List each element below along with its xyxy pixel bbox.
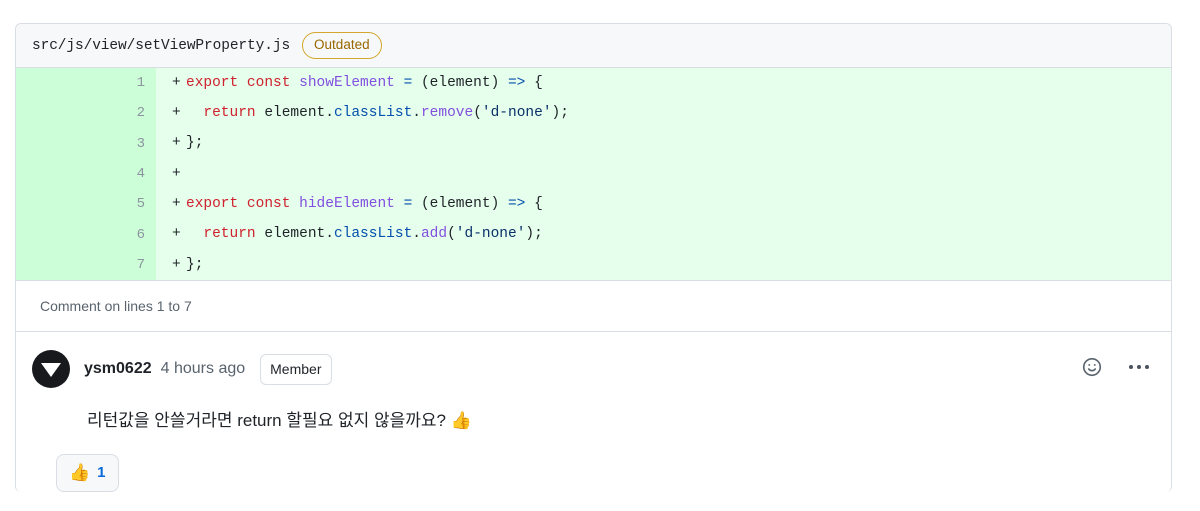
code-token: (element): [412, 74, 508, 91]
code-token: };: [186, 256, 204, 273]
code-token: 'd-none': [481, 105, 552, 122]
diff-line-code: + return element.classList.remove('d-non…: [156, 98, 1171, 128]
diff-line-number[interactable]: 5: [16, 189, 156, 220]
code-token: =>: [507, 196, 526, 213]
review-thread-screenshot: src/js/view/setViewProperty.js Outdated …: [0, 0, 1200, 511]
diff-add-marker: +: [172, 256, 181, 273]
code-token: remove: [420, 105, 474, 122]
code-token: {: [525, 74, 543, 91]
diff-line-number[interactable]: 1: [16, 68, 156, 99]
code-token: 'd-none': [455, 226, 526, 243]
comment-body: 리턴값을 안쓸거라면 return 할필요 없지 않을까요? 👍: [87, 411, 472, 431]
diff-line-code: +};: [156, 129, 1171, 159]
reaction-pill[interactable]: 👍 1: [56, 453, 119, 492]
diff-line-row[interactable]: 1 + export const showElement = (element) =…: [16, 68, 1171, 99]
reaction-count: 1: [97, 464, 106, 482]
diff-add-marker: +: [172, 165, 181, 182]
code-token: );: [551, 105, 569, 122]
diff-add-marker: +: [172, 135, 181, 152]
diff-line-number[interactable]: 3: [16, 128, 156, 159]
code-token: const: [246, 196, 291, 213]
diff-line-code: + return element.classList.add('d-none')…: [156, 219, 1171, 249]
comment-header-actions: [1079, 354, 1151, 380]
avatar[interactable]: [32, 350, 70, 389]
kebab-dot: [1129, 365, 1133, 370]
code-token: hideElement: [299, 196, 395, 213]
code-token: =: [403, 74, 413, 91]
diff-line-row[interactable]: 2 + return element.classList.remove('d-no…: [16, 98, 1171, 129]
diff-line-number[interactable]: 4: [16, 158, 156, 190]
code-token: .: [412, 105, 421, 122]
diff-body: 1 + export const showElement = (element) =…: [16, 68, 1171, 281]
diff-add-marker: +: [172, 226, 181, 243]
diff-line-row[interactable]: 7 +};: [16, 249, 1171, 281]
diff-line-row[interactable]: 4 +: [16, 158, 1171, 190]
code-token: (: [473, 105, 482, 122]
code-token: element.: [255, 105, 334, 122]
diff-add-marker: +: [172, 74, 181, 91]
code-token: element.: [255, 226, 334, 243]
file-path-label[interactable]: src/js/view/setViewProperty.js: [32, 38, 290, 54]
code-token: add: [420, 226, 448, 243]
code-token: =: [403, 196, 413, 213]
diff-line-row[interactable]: 5 + export const hideElement = (element) =…: [16, 189, 1171, 220]
triangle-down-icon: [41, 363, 61, 378]
kebab-horizontal-icon[interactable]: [1127, 359, 1151, 375]
reaction-list: 👍 1: [56, 453, 1155, 492]
code-token: export: [186, 74, 239, 91]
diff-line-number[interactable]: 6: [16, 219, 156, 250]
comment-author[interactable]: ysm0622: [84, 360, 152, 378]
diff-line-code: +: [156, 159, 1171, 189]
code-token: return: [203, 226, 256, 243]
code-token: (: [447, 226, 456, 243]
comment-on-lines-label: Comment on lines 1 to 7: [16, 280, 1171, 333]
comment-timestamp[interactable]: 4 hours ago: [161, 360, 246, 378]
code-token: export: [186, 196, 239, 213]
code-token: };: [186, 135, 204, 152]
diff-line-code: +};: [156, 250, 1171, 280]
smiley-icon[interactable]: [1079, 354, 1105, 380]
kebab-dot: [1137, 365, 1141, 370]
diff-line-row[interactable]: 6 + return element.classList.add('d-none'…: [16, 219, 1171, 250]
diff-line-number[interactable]: 2: [16, 98, 156, 129]
code-token: =>: [507, 74, 526, 91]
diff-table: 1 + export const showElement = (element) =…: [16, 68, 1171, 281]
diff-add-marker: +: [172, 196, 181, 213]
diff-line-code: + export const showElement = (element) =>…: [156, 68, 1171, 98]
review-comment-thread: src/js/view/setViewProperty.js Outdated …: [15, 23, 1172, 492]
code-token: return: [203, 105, 256, 122]
code-token: (element): [412, 196, 508, 213]
diff-add-marker: +: [172, 105, 181, 122]
diff-line-row[interactable]: 3 +};: [16, 128, 1171, 159]
code-token: classList: [333, 226, 413, 243]
comment-item: ysm0622 4 hours ago Member 리턴값을 안쓸거라면 re…: [16, 332, 1171, 492]
code-token: showElement: [299, 74, 395, 91]
code-token: classList: [333, 105, 413, 122]
code-token: {: [525, 196, 543, 213]
diff-line-number[interactable]: 7: [16, 249, 156, 281]
status-badge-outdated: Outdated: [302, 32, 382, 59]
kebab-dot: [1145, 365, 1149, 370]
thumbs-up-icon: 👍: [69, 462, 91, 483]
diff-line-code: + export const hideElement = (element) =>…: [156, 189, 1171, 219]
author-role-badge: Member: [260, 353, 332, 385]
comment-header: ysm0622 4 hours ago Member: [32, 350, 1155, 389]
code-token: const: [246, 74, 291, 91]
code-token: );: [525, 226, 543, 243]
diff-file-header: src/js/view/setViewProperty.js Outdated: [16, 24, 1171, 68]
code-token: .: [412, 226, 421, 243]
comment-on-lines-text: Comment on lines 1 to 7: [40, 298, 192, 315]
